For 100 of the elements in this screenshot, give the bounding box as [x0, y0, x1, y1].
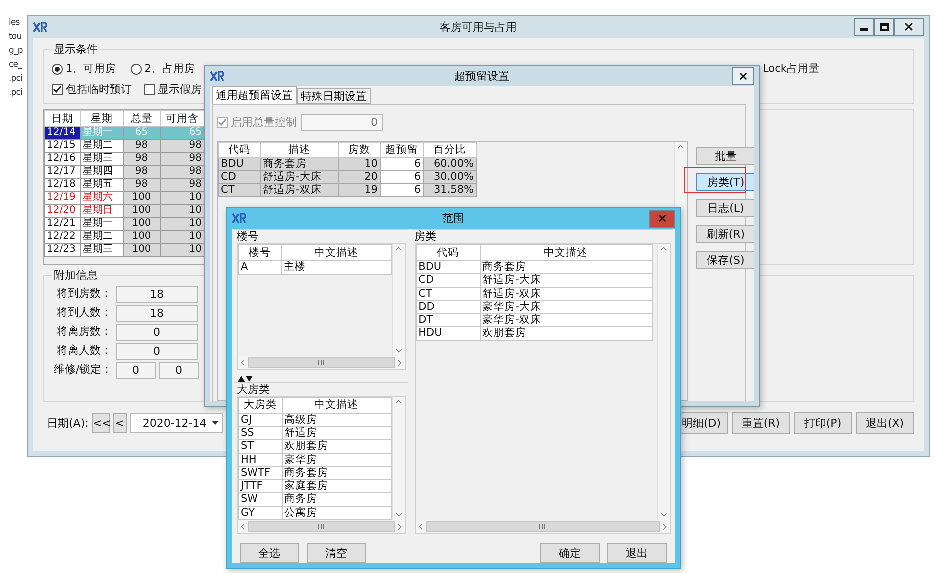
dialog-button[interactable]: 退出	[607, 543, 667, 563]
date-label: 日期(A):	[47, 416, 89, 430]
table-cell[interactable]: HH	[238, 453, 282, 466]
table-cell: 12/22	[44, 230, 80, 244]
side-button[interactable]: 批量	[696, 147, 754, 165]
action-button[interactable]: 退出(X)	[856, 412, 914, 434]
table-cell[interactable]: ST	[238, 440, 282, 454]
table-cell[interactable]: CD	[416, 274, 480, 288]
table-cell: 100	[123, 204, 160, 218]
side-button[interactable]: 日志(L)	[696, 199, 754, 217]
app-logo-icon	[210, 70, 224, 82]
table-cell: 98	[123, 166, 160, 178]
column-header[interactable]: 中文描述	[282, 397, 392, 414]
column-header[interactable]: 代码	[218, 142, 260, 158]
table-cell: 98	[123, 140, 160, 152]
table-cell[interactable]: DD	[416, 300, 480, 314]
scroll-thumb[interactable]	[248, 521, 395, 532]
table-cell[interactable]: CT	[416, 287, 480, 300]
close-button[interactable]	[894, 18, 924, 36]
table-cell: 19	[338, 184, 380, 196]
date-nav-button[interactable]: <	[112, 413, 127, 433]
dialog-button[interactable]: 清空	[307, 543, 366, 563]
table-cell[interactable]: SS	[238, 426, 282, 440]
column-header[interactable]: 超预留	[380, 142, 424, 158]
action-button[interactable]: 打印(P)	[794, 412, 852, 434]
side-button[interactable]: 刷新(R)	[696, 225, 754, 243]
date-nav-button[interactable]: <<	[92, 413, 110, 433]
column-header[interactable]: 总量	[123, 110, 160, 126]
table-cell[interactable]: HDU	[416, 326, 480, 340]
dialog-title: 超预留设置	[454, 68, 510, 84]
dialog-button[interactable]: 全选	[240, 543, 299, 563]
info-value-field[interactable]: 0	[159, 362, 199, 378]
dialog-button[interactable]: 确定	[540, 543, 600, 563]
radio-label: 2、占用房	[144, 62, 196, 76]
table-cell[interactable]: 6	[380, 184, 424, 196]
splitter-arrows-icon[interactable]	[238, 376, 253, 382]
side-button[interactable]: 保存(S)	[696, 251, 754, 269]
table-cell[interactable]: BDU	[416, 260, 480, 274]
column-header[interactable]: 房数	[338, 142, 380, 158]
radio-label: 1、可用房	[66, 62, 117, 76]
info-value-field[interactable]: 18	[116, 304, 198, 322]
table-cell[interactable]: DT	[416, 314, 480, 327]
close-button[interactable]	[732, 67, 754, 85]
column-header[interactable]: 楼号	[238, 244, 282, 260]
vertical-scrollbar[interactable]	[392, 244, 405, 356]
info-value-field[interactable]: 0	[116, 362, 156, 378]
column-header[interactable]: 可用含	[160, 110, 204, 126]
column-header[interactable]: 描述	[260, 142, 338, 158]
checkbox-label: 显示假房	[158, 82, 202, 96]
radio-button[interactable]	[130, 64, 142, 74]
horizontal-scrollbar[interactable]	[238, 356, 405, 369]
table-cell: 星期日	[80, 204, 124, 218]
info-value-field[interactable]: 0	[116, 342, 198, 360]
column-header[interactable]: 星期	[80, 110, 124, 126]
desktop-file-label: .pci	[9, 87, 23, 100]
checkbox[interactable]	[144, 84, 155, 94]
horizontal-scrollbar[interactable]	[416, 520, 670, 533]
table-cell[interactable]: SWTF	[238, 466, 282, 480]
radio-button[interactable]	[52, 64, 63, 74]
table-cell: 12/15	[44, 140, 80, 152]
close-button[interactable]	[649, 210, 675, 228]
checkbox[interactable]	[52, 84, 63, 94]
lock-usage-label: Lock占用量	[763, 62, 821, 76]
table-cell: 100	[123, 192, 160, 204]
column-header[interactable]: 大房类	[238, 397, 282, 414]
table-cell: 12/20	[44, 204, 80, 218]
column-header[interactable]: 百分比	[424, 142, 476, 158]
tab[interactable]: 通用超预留设置	[212, 86, 297, 104]
table-cell[interactable]: SW	[238, 492, 282, 506]
dropdown-caret-icon[interactable]	[212, 421, 219, 425]
vertical-scrollbar[interactable]	[657, 244, 670, 520]
scroll-thumb[interactable]	[248, 357, 395, 368]
table-cell[interactable]: A	[238, 260, 282, 274]
desktop-file-label: les	[9, 17, 21, 30]
date-picker[interactable]: 2020-12-14	[130, 413, 223, 433]
action-button[interactable]: 重置(R)	[732, 412, 790, 434]
desktop-file-label: g_p	[9, 45, 23, 58]
vertical-scrollbar[interactable]	[392, 396, 405, 520]
table-cell: 12/23	[44, 244, 80, 256]
info-value-field[interactable]: 18	[116, 286, 198, 302]
table-cell[interactable]: 6	[380, 170, 424, 184]
info-label: 将离房数：	[56, 324, 112, 340]
side-button[interactable]: 房类(T)	[696, 173, 754, 191]
column-header[interactable]: 日期	[44, 110, 80, 126]
table-cell[interactable]: JTTF	[238, 480, 282, 493]
minimize-button[interactable]	[854, 18, 874, 36]
scroll-thumb[interactable]	[426, 521, 660, 532]
table-cell: 31.58%	[424, 184, 476, 196]
column-header[interactable]: 代码	[416, 244, 480, 260]
group-legend: 附加信息	[52, 268, 100, 283]
tab[interactable]: 特殊日期设置	[297, 88, 371, 104]
column-header[interactable]: 中文描述	[282, 244, 392, 260]
table-cell[interactable]: 6	[380, 158, 424, 170]
maximize-button[interactable]	[874, 18, 894, 36]
table-cell[interactable]: GJ	[238, 413, 282, 426]
table-cell[interactable]: GY	[238, 506, 282, 520]
horizontal-scrollbar[interactable]	[238, 520, 405, 533]
info-value-field[interactable]: 0	[116, 324, 198, 340]
column-header[interactable]: 中文描述	[480, 244, 652, 260]
table-cell: 12/17	[44, 166, 80, 178]
